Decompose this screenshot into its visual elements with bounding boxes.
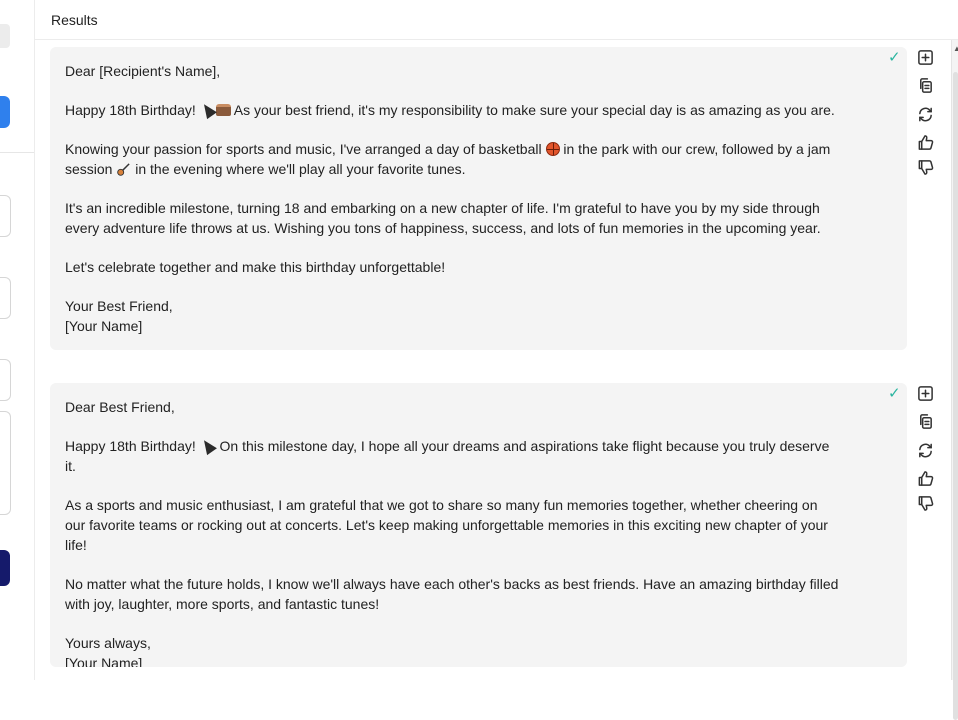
result-card: Dear [Recipient's Name], Happy 18th Birt… (50, 47, 907, 350)
result-card: Dear Best Friend, Happy 18th Birthday! O… (50, 383, 907, 667)
sidebar-item[interactable] (0, 24, 10, 48)
thumbs-down-icon[interactable] (916, 158, 934, 176)
sidebar-divider (0, 152, 34, 153)
letter-paragraph: It's an incredible milestone, turning 18… (65, 200, 821, 236)
sidebar-primary-button[interactable] (0, 96, 10, 128)
copy-icon[interactable] (916, 76, 934, 94)
letter-paragraph: Happy 18th Birthday! On this milestone d… (65, 436, 830, 474)
thumbs-down-icon[interactable] (916, 494, 934, 512)
copy-icon[interactable] (916, 412, 934, 430)
sidebar-input-field[interactable] (0, 195, 11, 237)
sidebar-generate-button[interactable] (0, 550, 10, 586)
letter-paragraph: As a sports and music enthusiast, I am g… (65, 497, 828, 553)
thumbs-up-icon[interactable] (916, 133, 934, 151)
letter-closing: Your Best Friend, (65, 298, 173, 314)
regenerate-icon[interactable] (916, 441, 934, 459)
add-icon[interactable] (916, 384, 934, 402)
guitar-icon (117, 163, 131, 176)
sidebar-input-field[interactable] (0, 359, 11, 401)
sidebar (0, 0, 35, 680)
letter-paragraph: Knowing your passion for sports and musi… (65, 141, 831, 177)
letter-paragraph: No matter what the future holds, I know … (65, 576, 839, 612)
letter-greeting: Dear [Recipient's Name], (65, 63, 221, 79)
letter-paragraph: Happy 18th Birthday! As your best friend… (65, 100, 835, 120)
check-icon: ✓ (888, 385, 901, 402)
letter-paragraph: Let's celebrate together and make this b… (65, 259, 446, 275)
letter-greeting: Dear Best Friend, (65, 399, 175, 415)
results-header: Results (35, 0, 958, 40)
scroll-up-arrow-icon[interactable]: ▲ (953, 44, 958, 53)
letter-signature: [Your Name] (65, 318, 143, 334)
sidebar-textarea[interactable] (0, 411, 11, 515)
check-icon: ✓ (888, 49, 901, 66)
scrollbar-thumb[interactable] (953, 72, 958, 720)
letter-closing: Yours always, (65, 635, 151, 651)
party-popper-icon (198, 100, 217, 120)
sidebar-input-field[interactable] (0, 277, 11, 319)
regenerate-icon[interactable] (916, 105, 934, 123)
basketball-icon (545, 142, 560, 156)
cake-icon (215, 104, 231, 116)
letter-signature: [Your Name] (65, 655, 143, 667)
scrollbar[interactable] (951, 40, 958, 720)
page-title: Results (51, 12, 98, 28)
add-icon[interactable] (916, 48, 934, 66)
party-popper-icon (198, 436, 217, 456)
thumbs-up-icon[interactable] (916, 469, 934, 487)
